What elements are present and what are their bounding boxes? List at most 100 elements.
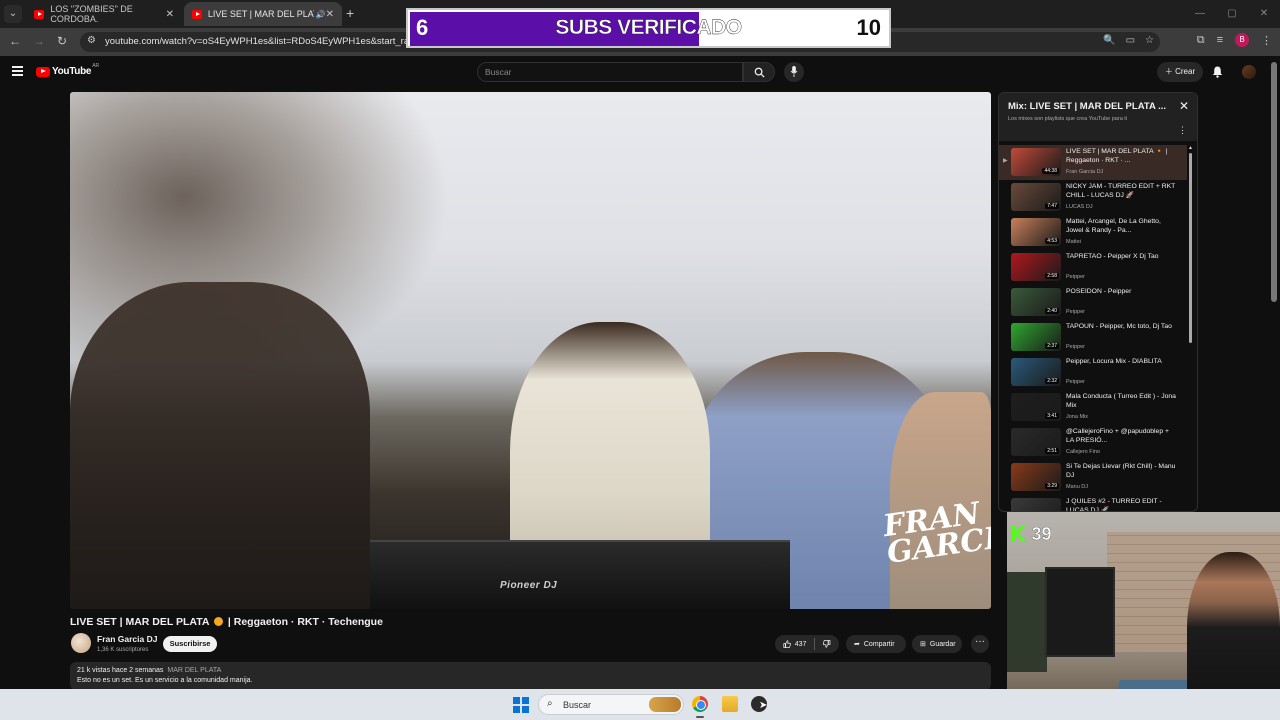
playlist-header: Mix: LIVE SET | MAR DEL PLATA ... Los mi… [999, 93, 1197, 141]
youtube-favicon-icon [34, 9, 45, 19]
toolbar-right: ⧉ ≡ B ⋮ [1197, 33, 1272, 47]
search-button[interactable] [743, 62, 775, 82]
playlist-scrollbar[interactable]: ▲ [1188, 145, 1193, 505]
playlist-item[interactable]: 3:29 Si Te Dejas Llevar (Rkt Chill) - Man… [999, 460, 1187, 495]
playlist-item-thumbnail[interactable]: 2:51 [1011, 428, 1061, 456]
webcam-monitor [1045, 567, 1115, 657]
media-controls-icon[interactable]: ≡ [1217, 34, 1223, 46]
save-button[interactable]: ⊞ Guardar [912, 635, 962, 653]
playlist-item[interactable]: 4:53 Mattei, Arcangel, De La Ghetto, Jowe… [999, 215, 1187, 250]
new-tab-button[interactable]: + [346, 5, 354, 21]
playlist-item-thumbnail[interactable]: 3:29 [1011, 463, 1061, 491]
close-playlist-icon[interactable]: ✕ [1179, 99, 1189, 113]
tab-label: LOS "ZOMBIES" DE CORDOBA. [50, 4, 133, 24]
cast-icon[interactable]: ▭ [1126, 35, 1135, 46]
channel-avatar[interactable] [71, 633, 91, 653]
audio-playing-icon[interactable]: 🔊 [316, 10, 326, 19]
notifications-bell-icon[interactable] [1212, 66, 1223, 78]
video-player[interactable]: Pioneer DJ FRAN GARCIA [70, 92, 991, 609]
video-meta-line: 21 k vistas hace 2 semanas MAR DEL PLATA [77, 667, 221, 674]
playlist-item[interactable]: 2:37 TAPOUN - Peipper, Mc toto, Dj Tao Pei… [999, 320, 1187, 355]
taskbar-search[interactable]: ⌕ Buscar [538, 694, 684, 715]
search-icon [754, 67, 765, 78]
guide-menu-icon[interactable] [12, 66, 23, 78]
playlist-item-thumbnail[interactable] [1011, 498, 1061, 511]
zoom-icon[interactable]: 🔍 [1103, 35, 1115, 46]
page-scrollbar[interactable] [1271, 62, 1277, 302]
subscribe-button[interactable]: Suscribirse [163, 636, 217, 652]
kick-viewer-count: 39 [1031, 523, 1052, 544]
playlist-item-thumbnail[interactable]: 2:32 [1011, 358, 1061, 386]
country-code: AR [92, 62, 100, 69]
tab-search-button[interactable]: ⌄ [4, 5, 22, 23]
playlist-item[interactable]: 2:51 @CallejeroFino + @papudoblep + LA PR… [999, 425, 1187, 460]
video-title-part-2: | Reggaeton · RKT · Techengue [227, 616, 383, 628]
profile-avatar[interactable]: B [1235, 33, 1249, 47]
video-title: LIVE SET | MAR DEL PLATA | Reggaeton · R… [70, 616, 383, 628]
scroll-up-arrow-icon[interactable]: ▲ [1188, 145, 1193, 151]
location-tag[interactable]: MAR DEL PLATA [167, 667, 221, 674]
close-tab-icon[interactable]: ✕ [166, 9, 174, 20]
window-controls: — ▢ ✕ [1184, 0, 1280, 28]
playlist-item[interactable]: 2:32 Peipper, Locura Mix - DIABLITA Peippe… [999, 355, 1187, 390]
bookmark-star-icon[interactable]: ☆ [1145, 35, 1154, 46]
reload-icon[interactable]: ↻ [57, 34, 67, 48]
create-button[interactable]: ＋ Crear [1157, 62, 1203, 82]
description-box[interactable]: 21 k vistas hace 2 semanas MAR DEL PLATA… [70, 662, 991, 690]
close-tab-icon[interactable]: ✕ [326, 9, 334, 20]
tab-live-set[interactable]: LIVE SET | MAR DEL PLATA 🔸 🔊 ✕ [184, 2, 342, 26]
tab-zombies[interactable]: LOS "ZOMBIES" DE CORDOBA. ✕ [26, 2, 182, 26]
chrome-taskbar-icon[interactable] [692, 696, 708, 712]
playlist-item-title: Peipper, Locura Mix - DIABLITA [1066, 358, 1162, 365]
site-info-icon[interactable]: ⚙ [87, 35, 96, 46]
playlist-item-thumbnail[interactable]: 7:47 [1011, 183, 1061, 211]
playlist-item[interactable]: J QUILES #2 - TURREO EDIT - LUCAS DJ 🚀 [999, 495, 1187, 511]
account-avatar[interactable] [1242, 65, 1256, 79]
search-input[interactable]: Buscar [477, 62, 743, 82]
channel-subscriber-count: 1,36 K suscriptores [97, 647, 149, 653]
back-icon[interactable]: ← [9, 34, 21, 48]
omnibox-actions: 🔍 ▭ ☆ [1103, 35, 1154, 46]
upload-age: hace 2 semanas [112, 667, 164, 674]
screen: ⌄ LOS "ZOMBIES" DE CORDOBA. ✕ LIVE SET |… [0, 0, 1280, 720]
playlist-item[interactable]: 2:40 POSEIDON - Peipper Peipper [999, 285, 1187, 320]
forward-icon[interactable]: → [33, 34, 45, 48]
youtube-wordmark: YouTube [52, 66, 92, 77]
playlist-item-thumbnail[interactable]: 4:53 [1011, 218, 1061, 246]
like-count[interactable]: 437 [795, 641, 807, 648]
windows-start-icon[interactable] [513, 697, 529, 713]
voice-search-button[interactable] [784, 62, 804, 82]
minimize-icon[interactable]: — [1184, 0, 1216, 28]
thumbs-up-icon[interactable] [783, 639, 791, 649]
playlist-item[interactable]: 3:41 Mala Conducta ( Turreo Edit ) - Jona… [999, 390, 1187, 425]
extensions-icon[interactable]: ⧉ [1197, 34, 1205, 47]
share-button[interactable]: ➦ Compartir [846, 635, 906, 653]
channel-watermark-logo: FRAN GARCIA [881, 496, 991, 571]
close-window-icon[interactable]: ✕ [1248, 0, 1280, 28]
playlist-item-thumbnail[interactable]: 2:58 [1011, 253, 1061, 281]
create-label: Crear [1175, 67, 1196, 76]
webcam-side-screen [1007, 572, 1047, 672]
file-explorer-taskbar-icon[interactable] [722, 696, 738, 712]
playlist-item-duration: 2:58 [1045, 273, 1059, 279]
browser-menu-icon[interactable]: ⋮ [1261, 34, 1272, 47]
playlist-item-thumbnail[interactable]: 2:37 [1011, 323, 1061, 351]
more-actions-button[interactable]: ··· [971, 635, 989, 653]
youtube-logo[interactable]: YouTube AR [36, 62, 100, 77]
kick-logo-icon: K [1010, 522, 1026, 546]
playlist-item[interactable]: ▶ 44:38 LIVE SET | MAR DEL PLATA 🔸 | Regga… [999, 145, 1187, 180]
maximize-icon[interactable]: ▢ [1216, 0, 1248, 28]
playlist-item[interactable]: 7:47 NICKY JAM - TURREO EDIT + RKT CHILL … [999, 180, 1187, 215]
thumbs-down-icon[interactable] [823, 639, 831, 649]
playlist-item-thumbnail[interactable]: 2:40 [1011, 288, 1061, 316]
channel-name[interactable]: Fran Garcia DJ [97, 634, 157, 644]
url-text[interactable]: youtube.com/watch?v=oS4EyWPH1es&list=RDo… [105, 36, 415, 47]
playlist-item-thumbnail[interactable]: 3:41 [1011, 393, 1061, 421]
playlist-title[interactable]: Mix: LIVE SET | MAR DEL PLATA ... [1008, 101, 1166, 112]
playlist-more-icon[interactable]: ⋮ [1178, 125, 1187, 136]
like-dislike-group: 437 [775, 635, 839, 653]
playlist-item-duration: 2:40 [1045, 308, 1059, 314]
playlist-item[interactable]: 2:58 TAPRETAO - Peipper X Dj Tao Peipper [999, 250, 1187, 285]
playlist-item-thumbnail[interactable]: 44:38 [1011, 148, 1061, 176]
playlist-scroll-thumb[interactable] [1189, 153, 1192, 343]
